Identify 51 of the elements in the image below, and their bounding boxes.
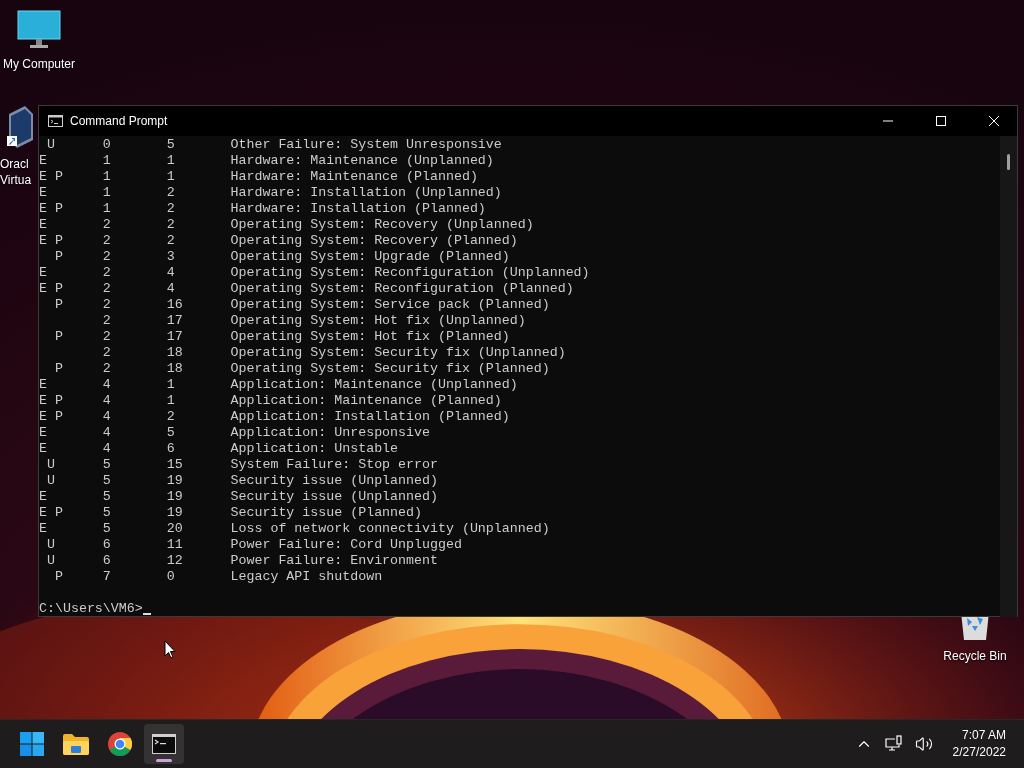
console-line: E P 4 1 Application: Maintenance (Planned) — [39, 393, 503, 409]
console-line: P 7 0 Legacy API shutdown — [53, 569, 384, 585]
console-line: E P 5 19 Security issue (Planned) — [39, 505, 423, 521]
console-line: P 2 3 Operating System: Upgrade (Planned) — [53, 249, 511, 265]
scrollbar[interactable] — [1000, 136, 1017, 617]
command-prompt: C:\Users\VM6> — [39, 601, 143, 617]
mouse-pointer-icon — [164, 640, 176, 659]
maximize-icon — [935, 115, 947, 127]
console-line: E 2 4 Operating System: Reconfiguration (Unplanned) — [39, 265, 591, 281]
console-line: E 4 5 Application: Unresponsive — [39, 425, 431, 441]
text-cursor — [142, 613, 151, 615]
console-line: E 1 1 Hardware: Maintenance (Unplanned) — [39, 153, 495, 169]
monitor-icon — [17, 10, 61, 50]
icon-label: Recycle Bin — [943, 648, 1007, 664]
date: 2/27/2022 — [952, 744, 1006, 761]
icon-label: My Computer — [3, 56, 75, 72]
console-line: U 6 12 Power Failure: Environment — [45, 553, 439, 569]
console-line: 2 18 Operating System: Security fix (Unplanned) — [101, 345, 567, 361]
console-line: P 2 17 Operating System: Hot fix (Planned) — [53, 329, 511, 345]
terminal-icon — [48, 115, 63, 127]
console-line: E 4 6 Application: Unstable — [39, 441, 400, 457]
console-line: E P 4 2 Application: Installation (Planned) — [39, 409, 511, 425]
time: 7:07 AM — [961, 727, 1006, 744]
console-line: U 0 5 Other Failure: System Unresponsive — [45, 137, 503, 153]
console-line: E 1 2 Hardware: Installation (Unplanned) — [39, 185, 503, 201]
console-line: 2 17 Operating System: Hot fix (Unplanned) — [101, 313, 527, 329]
console-line: U 5 19 Security issue (Unplanned) — [45, 473, 439, 489]
window-title: Command Prompt — [70, 114, 169, 128]
chrome-icon — [108, 732, 132, 756]
clock[interactable]: 7:07 AM 2/27/2022 — [952, 727, 1006, 761]
taskbar-app-button[interactable] — [144, 724, 184, 764]
console-line: U 6 11 Power Failure: Cord Unplugged — [45, 537, 463, 553]
console-line: E P 1 1 Hardware: Maintenance (Planned) — [39, 169, 479, 185]
console-line: E P 2 2 Operating System: Recovery (Planned) — [39, 233, 519, 249]
windows-logo-icon — [20, 732, 44, 756]
console-line: E 2 2 Operating System: Recovery (Unplanned) — [39, 217, 535, 233]
terminal-icon — [152, 734, 176, 754]
folder-icon — [63, 733, 89, 755]
cube-icon — [5, 104, 35, 150]
console-line: E 5 20 Loss of network connectivity (Unplanned) — [39, 521, 551, 537]
icon-label: Virtua — [0, 172, 32, 188]
icon-label: Oracl — [0, 156, 29, 172]
console-line: P 2 18 Operating System: Security fix (Planned) — [53, 361, 551, 377]
close-icon — [988, 115, 1000, 127]
scroll-thumb[interactable] — [1007, 154, 1010, 170]
console-line: U 5 15 System Failure: Stop error — [45, 457, 439, 473]
console-line: E P 1 2 Hardware: Installation (Planned) — [39, 201, 487, 217]
console-line: P 2 16 Operating System: Service pack (Planned) — [53, 297, 551, 313]
console-line: E 5 19 Security issue (Unplanned) — [39, 489, 439, 505]
console-line: E 4 1 Application: Maintenance (Unplanned) — [39, 377, 519, 393]
console-line: E P 2 4 Operating System: Reconfiguration (Planned) — [39, 281, 575, 297]
